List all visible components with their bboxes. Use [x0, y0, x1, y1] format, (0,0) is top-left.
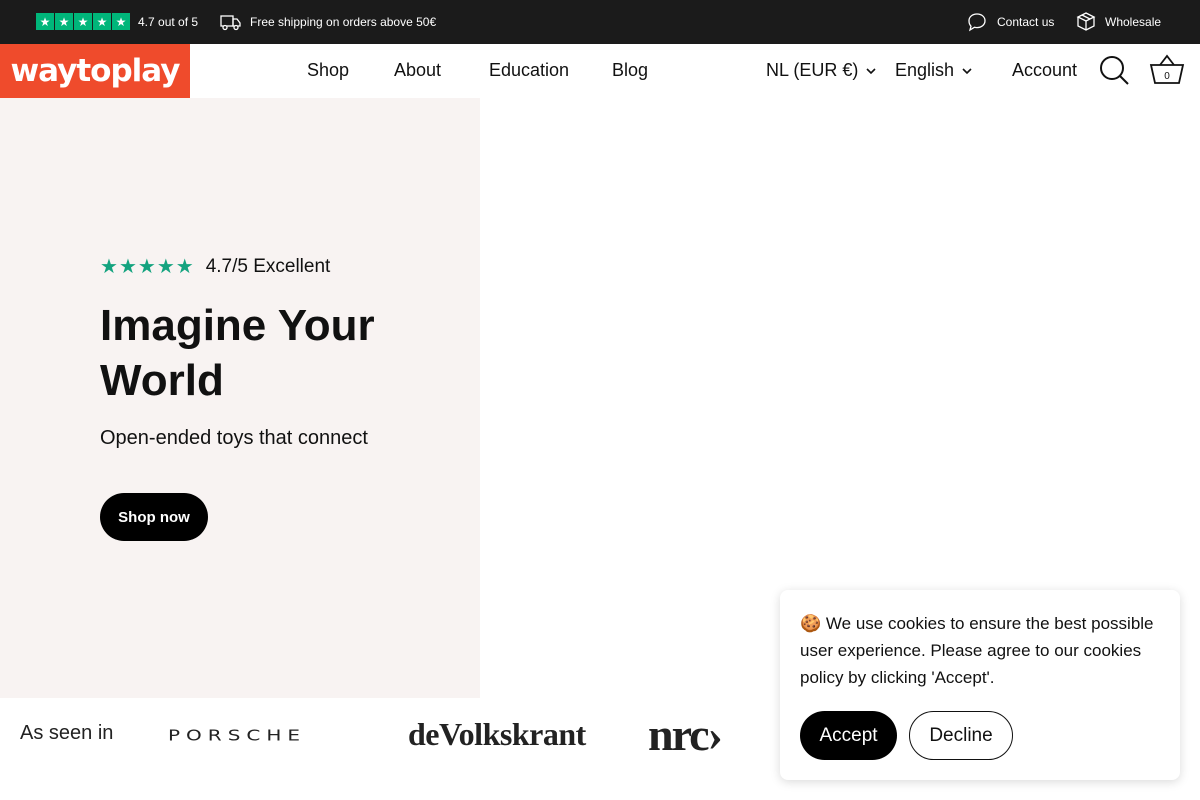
- hero-panel: ★ ★ ★ ★ ★ 4.7/5 Excellent Imagine Your W…: [0, 98, 480, 698]
- star-icon: ★: [156, 256, 175, 278]
- star-icon: ★: [118, 256, 137, 278]
- nav-blog[interactable]: Blog: [612, 60, 648, 81]
- nav-about[interactable]: About: [394, 60, 441, 81]
- press-label: As seen in: [20, 722, 114, 744]
- cookie-emoji: 🍪: [800, 614, 822, 633]
- shipping-notice: Free shipping on orders above 50€: [250, 15, 437, 29]
- star-icon: ★: [137, 256, 156, 278]
- star-icon: ★: [100, 256, 118, 278]
- contact-us-link[interactable]: Contact us: [997, 15, 1054, 29]
- trustpilot-star-icon: ★: [74, 13, 92, 30]
- chat-bubble-icon[interactable]: [967, 12, 987, 32]
- announcement-bar: ★ ★ ★ ★ ★ 4.7 out of 5 Free shipping on …: [0, 0, 1200, 44]
- decline-cookies-button[interactable]: Decline: [909, 711, 1013, 760]
- press-logo-porsche: PORSCHE: [168, 726, 307, 744]
- trustpilot-star-icon: ★: [93, 13, 111, 30]
- account-link[interactable]: Account: [1012, 60, 1077, 81]
- truck-icon: [220, 15, 241, 31]
- cookie-banner: 🍪 We use cookies to ensure the best poss…: [780, 590, 1180, 780]
- box-icon[interactable]: [1075, 11, 1097, 33]
- nav-education[interactable]: Education: [489, 60, 569, 81]
- wholesale-link[interactable]: Wholesale: [1105, 15, 1161, 29]
- language-label: English: [895, 60, 955, 80]
- topbar-rating-text: 4.7 out of 5: [138, 15, 199, 29]
- chevron-down-icon: [866, 67, 876, 74]
- cart-button[interactable]: 0: [1148, 52, 1186, 88]
- nav-shop[interactable]: Shop: [307, 60, 349, 81]
- cookie-message-text: We use cookies to ensure the best possib…: [800, 614, 1154, 687]
- press-logo-volkskrant: deVolkskrant: [408, 716, 586, 752]
- trustpilot-star-icon: ★: [36, 13, 54, 30]
- trustpilot-star-icon: ★: [112, 13, 130, 30]
- star-icon: ★: [175, 256, 194, 278]
- trustpilot-stars: ★ ★ ★ ★ ★: [36, 13, 130, 30]
- shop-now-button[interactable]: Shop now: [100, 493, 208, 541]
- brand-logo[interactable]: waytoplay: [0, 44, 190, 98]
- basket-icon: [1149, 54, 1185, 84]
- chevron-down-icon: [962, 67, 972, 74]
- hero-title: Imagine Your World: [100, 301, 375, 405]
- search-icon[interactable]: [1098, 54, 1130, 86]
- press-logo-nrc: nrc›: [648, 709, 723, 760]
- currency-label: NL (EUR €): [766, 60, 859, 80]
- trustpilot-star-icon: ★: [55, 13, 73, 30]
- cookie-message: 🍪 We use cookies to ensure the best poss…: [800, 610, 1162, 691]
- rating-stars: ★ ★ ★ ★ ★: [100, 257, 194, 277]
- hero-rating: ★ ★ ★ ★ ★ 4.7/5 Excellent: [100, 256, 330, 278]
- language-selector[interactable]: English: [895, 60, 974, 81]
- hero-subtitle: Open-ended toys that connect: [100, 427, 368, 449]
- hero-rating-text: 4.7/5 Excellent: [205, 256, 331, 277]
- accept-cookies-button[interactable]: Accept: [800, 711, 897, 760]
- currency-selector[interactable]: NL (EUR €): [766, 60, 878, 81]
- cart-count: 0: [1164, 71, 1170, 82]
- site-header: waytoplay Shop About Education Blog NL (…: [0, 44, 1200, 98]
